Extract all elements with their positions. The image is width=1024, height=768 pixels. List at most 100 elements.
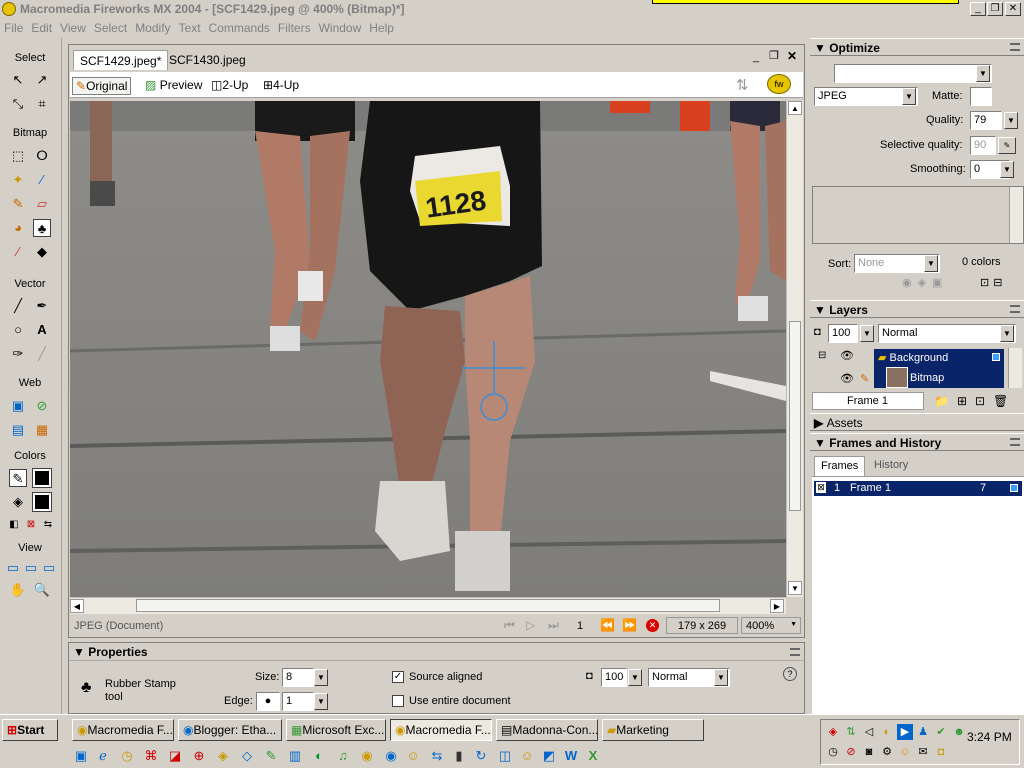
quicklaunch-network-icon[interactable]: ⇆ — [428, 747, 446, 765]
quick-export-icon[interactable]: ⇅ — [736, 76, 749, 94]
quicklaunch-sync-icon[interactable]: ↻ — [472, 747, 490, 765]
fullscreen-menu-icon[interactable]: ▭ — [22, 559, 40, 577]
edge-input[interactable]: 1 — [282, 692, 314, 711]
optimize-header[interactable]: ▼ Optimize — [810, 38, 1024, 56]
tray-camera-icon[interactable]: ◙ — [861, 744, 877, 760]
panel-options-icon[interactable] — [1010, 43, 1020, 51]
knife-tool-icon[interactable]: ╱ — [33, 345, 51, 363]
restore-button[interactable]: ❐ — [987, 2, 1003, 16]
task-marketing[interactable]: ▰Marketing — [602, 719, 704, 741]
frame-row[interactable]: ⊠ 1 Frame 1 7 — [814, 481, 1022, 496]
zoom-tool-icon[interactable]: 🔍 — [33, 581, 51, 599]
tray-user-icon[interactable]: ♟ — [915, 724, 931, 740]
stroke-color-icon[interactable]: ✎ — [9, 469, 27, 487]
quicklaunch-explorer-icon[interactable]: ◫ — [496, 747, 514, 765]
menu-file[interactable]: File — [0, 19, 27, 37]
quicklaunch-chart-icon[interactable]: ▥ — [286, 747, 304, 765]
horizontal-scrollbar[interactable]: ◀ ▶ — [70, 597, 786, 614]
menu-modify[interactable]: Modify — [131, 19, 174, 37]
quicklaunch-app-icon[interactable]: ⊕ — [190, 747, 208, 765]
tab-frames[interactable]: Frames — [814, 456, 866, 476]
blend-arrow-icon[interactable]: ▼ — [714, 669, 728, 686]
quicklaunch-music-icon[interactable]: ♫ — [334, 747, 352, 765]
last-frame-icon[interactable]: ⏭ — [548, 618, 559, 633]
layer-opacity-input[interactable]: 100 — [828, 324, 858, 343]
menu-window[interactable]: Window — [315, 19, 366, 37]
scroll-up-icon[interactable]: ▲ — [788, 101, 802, 115]
edge-slider-arrow-icon[interactable]: ▼ — [314, 693, 328, 710]
layer-actions-icon[interactable]: 📁⊞⊡🗑 — [934, 394, 1016, 408]
tab-history[interactable]: History — [870, 456, 912, 476]
sort-arrow-icon[interactable]: ▼ — [924, 255, 938, 272]
tray-alert-icon[interactable]: ⊘ — [843, 744, 859, 760]
size-slider-arrow-icon[interactable]: ▼ — [314, 669, 328, 686]
quicklaunch-smiley-icon[interactable]: ☺ — [404, 747, 422, 765]
quicklaunch-messenger-icon[interactable]: ☺ — [518, 747, 536, 765]
quicklaunch-word-icon[interactable]: W — [562, 747, 580, 765]
tray-app-icon[interactable]: ◐ — [879, 724, 895, 740]
smoothing-arrow-icon[interactable]: ▼ — [1000, 161, 1014, 178]
tray-network-icon[interactable]: ⇅ — [843, 724, 859, 740]
view-preview-button[interactable]: ▨ Preview — [142, 77, 205, 95]
format-arrow-icon[interactable]: ▼ — [902, 88, 916, 105]
color-table-tools-icon[interactable]: ◉◈▣ — [902, 276, 948, 289]
doc-dimensions[interactable]: 179 x 269 — [666, 617, 738, 634]
layer-visibility-icon[interactable]: 👁 — [840, 349, 854, 362]
size-input[interactable]: 8 — [282, 668, 314, 687]
freeform-tool-icon[interactable]: ✑ — [9, 345, 27, 363]
ellipse-tool-icon[interactable]: ○ — [9, 321, 27, 339]
panel-options-icon[interactable] — [790, 648, 800, 656]
frame-onion-icon[interactable]: ⊠ — [816, 482, 826, 493]
quicklaunch-folder-icon[interactable]: ◈ — [214, 747, 232, 765]
selective-quality-input[interactable]: 90 — [970, 136, 996, 155]
layer-opacity-arrow-icon[interactable]: ▼ — [860, 325, 874, 342]
saved-settings-select[interactable] — [834, 64, 992, 83]
tray-check-icon[interactable]: ✔ — [933, 724, 949, 740]
menu-filters[interactable]: Filters — [274, 19, 315, 37]
hide-slices-icon[interactable]: ▤ — [9, 421, 27, 439]
color-table-options-icon[interactable]: ⊡⊟ — [980, 276, 1006, 289]
quicklaunch-phone-icon[interactable]: ▮ — [450, 747, 468, 765]
edge-shape-icon[interactable]: ● — [256, 692, 280, 711]
paint-bucket-tool-icon[interactable]: ◆ — [33, 243, 51, 261]
play-icon[interactable]: ▷ — [526, 618, 535, 632]
fullscreen-icon[interactable]: ▭ — [40, 559, 58, 577]
hotspot-tool-icon[interactable]: ▣ — [9, 397, 27, 415]
stop-icon[interactable]: ✕ — [646, 619, 659, 632]
menu-text[interactable]: Text — [175, 19, 205, 37]
close-button[interactable]: ✕ — [1005, 2, 1021, 16]
hscroll-thumb[interactable] — [136, 599, 720, 612]
opacity-input[interactable]: 100 — [601, 668, 627, 687]
tray-messenger-icon[interactable]: ☻ — [951, 724, 967, 740]
vscroll-thumb[interactable] — [789, 321, 801, 511]
pencil-tool-icon[interactable]: ✎ — [9, 195, 27, 213]
lasso-tool-icon[interactable]: ⵔ — [33, 147, 51, 165]
color-table-scrollbar[interactable] — [1009, 187, 1023, 243]
assets-header[interactable]: ▶ Assets — [810, 413, 1024, 431]
scroll-down-icon[interactable]: ▼ — [788, 581, 802, 595]
tray-smiley-icon[interactable]: ☺ — [897, 744, 913, 760]
menu-view[interactable]: View — [56, 19, 90, 37]
panel-options-icon[interactable] — [1010, 438, 1020, 446]
first-frame-icon[interactable]: ⏮ — [504, 618, 515, 633]
swap-colors-icon[interactable]: ⇆ — [39, 516, 57, 534]
scale-tool-icon[interactable]: ⤡ — [9, 95, 27, 113]
quicklaunch-acrobat-icon[interactable]: ⌘ — [142, 747, 160, 765]
layer-blend-select[interactable]: Normal — [878, 324, 1016, 343]
quicklaunch-excel-icon[interactable]: X — [584, 747, 602, 765]
next-frame-icon[interactable]: ⏩ — [622, 618, 637, 632]
menu-select[interactable]: Select — [90, 19, 131, 37]
tray-volume-icon[interactable]: ◁ — [861, 724, 877, 740]
doc-restore-icon[interactable]: ❐ — [769, 49, 779, 62]
subselect-tool-icon[interactable]: ↗ — [33, 71, 51, 89]
layer-scrollbar[interactable] — [1008, 348, 1022, 388]
source-aligned-checkbox[interactable]: ✓ — [392, 671, 404, 683]
blur-tool-icon[interactable]: ◕ — [9, 219, 27, 237]
rubber-stamp-tool-icon[interactable]: ♣ — [33, 219, 51, 237]
text-tool-icon[interactable]: A — [33, 321, 51, 339]
crop-tool-icon[interactable]: ⌗ — [33, 95, 51, 113]
fill-color-icon[interactable]: ◈ — [9, 493, 27, 511]
hand-tool-icon[interactable]: ✋ — [9, 581, 27, 599]
task-macromedia-1[interactable]: ◉Macromedia F... — [72, 719, 174, 741]
image-canvas[interactable]: 1128 — [70, 101, 786, 597]
